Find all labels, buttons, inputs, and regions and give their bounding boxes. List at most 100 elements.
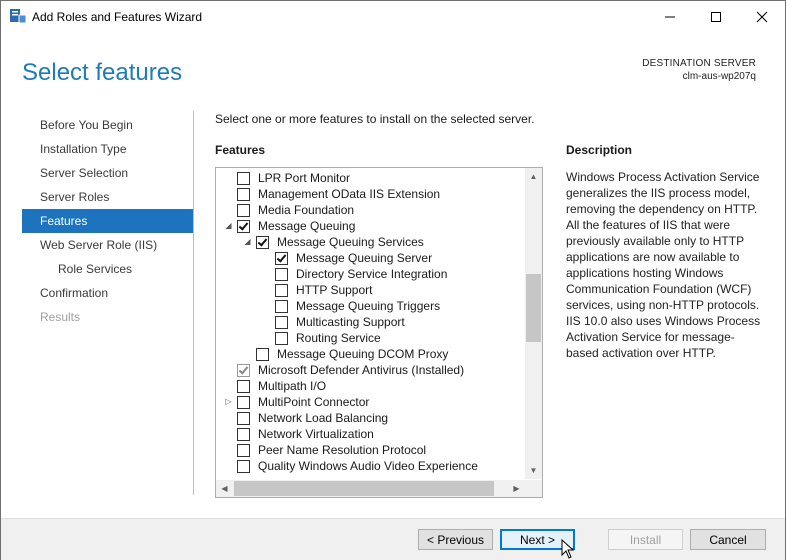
scrollbar-corner xyxy=(525,480,542,497)
feature-label: Message Queuing Server xyxy=(296,251,433,265)
feature-row[interactable]: Directory Service Integration xyxy=(216,266,521,282)
checkbox-icon[interactable] xyxy=(237,188,250,201)
cancel-button[interactable]: Cancel xyxy=(690,529,766,550)
feature-row[interactable]: Network Load Balancing xyxy=(216,410,521,426)
server-manager-icon xyxy=(10,9,26,23)
feature-row[interactable]: ▷ MultiPoint Connector xyxy=(216,394,521,410)
feature-label: LPR Port Monitor xyxy=(258,171,351,185)
collapse-arrow-icon[interactable]: ◢ xyxy=(243,237,252,247)
checkbox-icon[interactable] xyxy=(237,172,250,185)
feature-label: Directory Service Integration xyxy=(296,267,448,281)
checkbox-icon[interactable] xyxy=(237,444,250,457)
expand-arrow-icon[interactable]: ▷ xyxy=(224,397,233,407)
feature-row[interactable]: HTTP Support xyxy=(216,282,521,298)
checkbox-icon[interactable] xyxy=(256,348,269,361)
nav-item-features[interactable]: Features xyxy=(22,209,193,233)
feature-row[interactable]: Management OData IIS Extension xyxy=(216,186,521,202)
feature-row[interactable]: Multipath I/O xyxy=(216,378,521,394)
vertical-scrollbar[interactable]: ▲ ▼ xyxy=(525,168,542,479)
wizard-nav: Before You Begin Installation Type Serve… xyxy=(22,113,193,329)
minimize-icon xyxy=(665,16,675,17)
feature-label: Network Virtualization xyxy=(258,427,374,441)
nav-item-results: Results xyxy=(40,310,81,324)
feature-row[interactable]: ◢ Message Queuing Services xyxy=(216,234,521,250)
checkbox-icon[interactable] xyxy=(275,284,288,297)
feature-row[interactable]: Message Queuing Server xyxy=(216,250,521,266)
feature-row[interactable]: Quality Windows Audio Video Experience xyxy=(216,458,521,474)
feature-row[interactable]: Multicasting Support xyxy=(216,314,521,330)
checkbox-icon[interactable] xyxy=(237,460,250,473)
feature-label: Multipath I/O xyxy=(258,379,327,393)
feature-label: Message Queuing DCOM Proxy xyxy=(277,347,449,361)
wizard-window: Add Roles and Features Wizard Select fea… xyxy=(0,0,786,560)
window-title: Add Roles and Features Wizard xyxy=(32,10,203,24)
wizard-header: Select features DESTINATION SERVER clm-a… xyxy=(1,32,785,98)
wizard-footer: < Previous Next > Install Cancel xyxy=(1,518,785,560)
feature-label: Peer Name Resolution Protocol xyxy=(258,443,427,457)
destination-server-name: clm-aus-wp207q xyxy=(682,71,756,82)
previous-button[interactable]: < Previous xyxy=(418,529,493,550)
checkbox-icon[interactable] xyxy=(237,204,250,217)
vertical-scroll-thumb[interactable] xyxy=(526,274,541,342)
scroll-right-icon[interactable]: ▶ xyxy=(508,480,525,497)
features-tree[interactable]: Quality Windows Audio Video Experience Pe… xyxy=(215,167,543,498)
checkbox-icon[interactable] xyxy=(275,316,288,329)
feature-label: Routing Service xyxy=(296,331,381,345)
scroll-left-icon[interactable]: ◀ xyxy=(216,480,233,497)
checkbox-icon[interactable] xyxy=(275,252,288,265)
checkbox-icon[interactable] xyxy=(237,380,250,393)
nav-item-installation-type[interactable]: Installation Type xyxy=(22,137,193,161)
install-button: Install xyxy=(608,529,683,550)
nav-divider xyxy=(193,111,194,495)
close-window-button[interactable] xyxy=(739,1,785,32)
scroll-down-icon[interactable]: ▼ xyxy=(525,462,542,479)
feature-label: Microsoft Defender Antivirus (Installed) xyxy=(258,363,465,377)
feature-row[interactable]: Microsoft Defender Antivirus (Installed) xyxy=(216,362,521,378)
checkbox-icon[interactable] xyxy=(256,236,269,249)
feature-label: Message Queuing Triggers xyxy=(296,299,441,313)
feature-row[interactable]: ◢ Message Queuing xyxy=(216,218,521,234)
nav-item-web-server-role[interactable]: Web Server Role (IIS) xyxy=(22,233,193,257)
description-header: Description xyxy=(566,143,633,157)
nav-item-server-roles[interactable]: Server Roles xyxy=(22,185,193,209)
feature-label: Network Load Balancing xyxy=(258,411,389,425)
nav-item-server-selection[interactable]: Server Selection xyxy=(22,161,193,185)
features-header: Features xyxy=(215,143,266,157)
nav-item-role-services[interactable]: Role Services xyxy=(22,257,193,281)
horizontal-scroll-thumb[interactable] xyxy=(234,481,494,496)
feature-label: MultiPoint Connector xyxy=(258,395,370,409)
horizontal-scrollbar[interactable]: ◀ ▶ xyxy=(216,480,525,497)
feature-label: Media Foundation xyxy=(258,203,355,217)
feature-row[interactable]: Message Queuing Triggers xyxy=(216,298,521,314)
checkbox-icon[interactable] xyxy=(275,268,288,281)
title-bar[interactable]: Add Roles and Features Wizard xyxy=(1,1,785,32)
feature-label: Message Queuing xyxy=(258,219,356,233)
checkbox-icon[interactable] xyxy=(237,428,250,441)
nav-item-before-you-begin[interactable]: Before You Begin xyxy=(22,113,193,137)
checkbox-icon[interactable] xyxy=(237,396,250,409)
mouse-cursor-icon xyxy=(561,539,575,559)
feature-row[interactable]: Message Queuing DCOM Proxy xyxy=(216,346,521,362)
minimize-button[interactable] xyxy=(647,1,693,32)
instruction-text: Select one or more features to install o… xyxy=(215,112,535,126)
checkbox-icon[interactable] xyxy=(237,220,250,233)
description-text: Windows Process Activation Service gener… xyxy=(566,170,761,360)
checkbox-icon xyxy=(237,364,250,377)
checkbox-icon[interactable] xyxy=(237,412,250,425)
nav-item-confirmation[interactable]: Confirmation xyxy=(22,281,193,305)
feature-row[interactable]: Routing Service xyxy=(216,330,521,346)
feature-label: Quality Windows Audio Video Experience xyxy=(258,459,478,473)
destination-server-label: DESTINATION SERVER xyxy=(642,58,756,69)
maximize-icon xyxy=(711,11,721,22)
feature-label: HTTP Support xyxy=(296,283,373,297)
feature-row[interactable]: Media Foundation xyxy=(216,202,521,218)
checkbox-icon[interactable] xyxy=(275,332,288,345)
feature-label: Multicasting Support xyxy=(296,315,405,329)
maximize-button[interactable] xyxy=(693,1,739,32)
collapse-arrow-icon[interactable]: ◢ xyxy=(224,221,233,231)
feature-row[interactable]: LPR Port Monitor xyxy=(216,170,521,186)
feature-row[interactable]: Peer Name Resolution Protocol xyxy=(216,442,521,458)
feature-row[interactable]: Network Virtualization xyxy=(216,426,521,442)
scroll-up-icon[interactable]: ▲ xyxy=(525,168,542,185)
checkbox-icon[interactable] xyxy=(275,300,288,313)
